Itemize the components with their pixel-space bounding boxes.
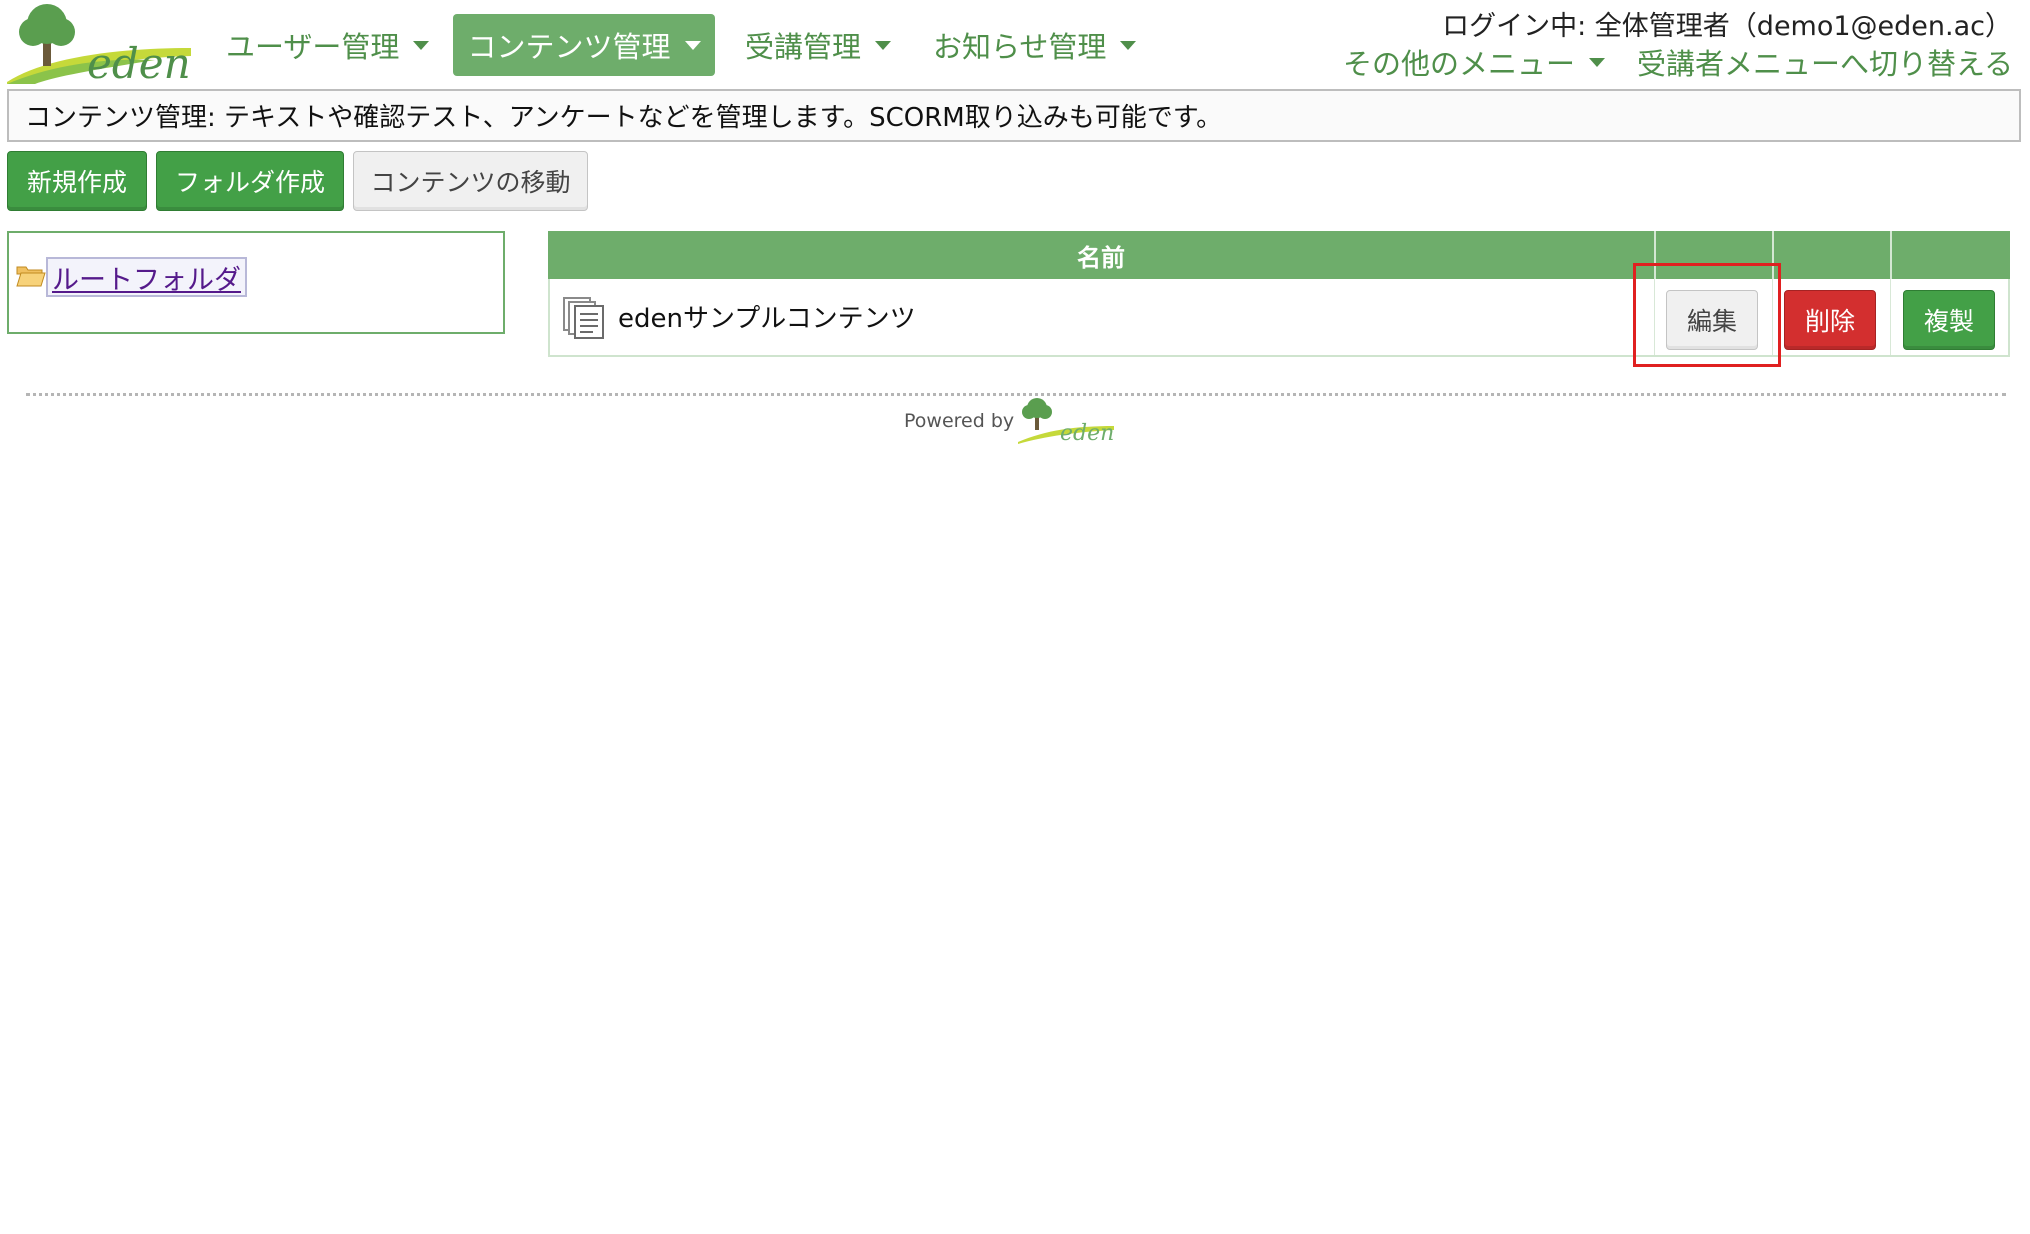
powered-by-text: Powered by bbox=[904, 410, 1015, 432]
caret-down-icon bbox=[875, 40, 892, 50]
login-status: ログイン中: 全体管理者（demo1@eden.ac） bbox=[1442, 11, 2012, 42]
logo-text: eden bbox=[87, 39, 191, 84]
nav-other-menu[interactable]: その他のメニュー bbox=[1343, 42, 1606, 82]
document-stack-icon bbox=[563, 297, 604, 339]
nav-content-management[interactable]: コンテンツ管理 bbox=[453, 14, 715, 76]
caret-down-icon bbox=[684, 40, 701, 50]
nav-course-management[interactable]: 受講管理 bbox=[745, 14, 892, 76]
page-description-text: コンテンツ管理: テキストや確認テスト、アンケートなどを管理します。SCORM取… bbox=[25, 103, 1223, 133]
footer-eden-logo: eden bbox=[1018, 398, 1114, 444]
caret-down-icon bbox=[1120, 40, 1137, 50]
move-content-button[interactable]: コンテンツの移動 bbox=[353, 151, 588, 211]
caret-down-icon bbox=[1589, 57, 1606, 67]
nav-user-management[interactable]: ユーザー管理 bbox=[226, 14, 430, 76]
delete-button[interactable]: 削除 bbox=[1784, 290, 1876, 350]
root-folder-link[interactable]: ルートフォルダ bbox=[46, 257, 247, 297]
switch-to-learner-menu-link[interactable]: 受講者メニューへ切り替える bbox=[1637, 42, 2013, 82]
copy-button[interactable]: 複製 bbox=[1903, 290, 1995, 350]
nav-notice-management[interactable]: お知らせ管理 bbox=[933, 14, 1137, 76]
nav-other-label: その他のメニュー bbox=[1343, 47, 1576, 81]
column-header-name: 名前 bbox=[1077, 243, 1125, 272]
eden-logo[interactable]: eden bbox=[5, 2, 195, 84]
column-divider bbox=[1890, 231, 1892, 279]
highlight-box bbox=[1633, 263, 1781, 367]
content-name: edenサンプルコンテンツ bbox=[618, 304, 916, 334]
switch-label: 受講者メニューへ切り替える bbox=[1637, 47, 2014, 81]
open-folder-icon bbox=[16, 266, 46, 287]
caret-down-icon bbox=[413, 40, 430, 50]
nav-content-label: コンテンツ管理 bbox=[467, 30, 671, 64]
page-description: コンテンツ管理: テキストや確認テスト、アンケートなどを管理します。SCORM取… bbox=[7, 89, 2021, 142]
nav-course-label: 受講管理 bbox=[745, 30, 862, 64]
footer-logo-text: eden bbox=[1060, 421, 1114, 444]
new-content-button[interactable]: 新規作成 bbox=[7, 151, 147, 211]
create-folder-button[interactable]: フォルダ作成 bbox=[156, 151, 344, 211]
nav-notice-label: お知らせ管理 bbox=[933, 30, 1107, 64]
nav-user-label: ユーザー管理 bbox=[226, 30, 400, 64]
